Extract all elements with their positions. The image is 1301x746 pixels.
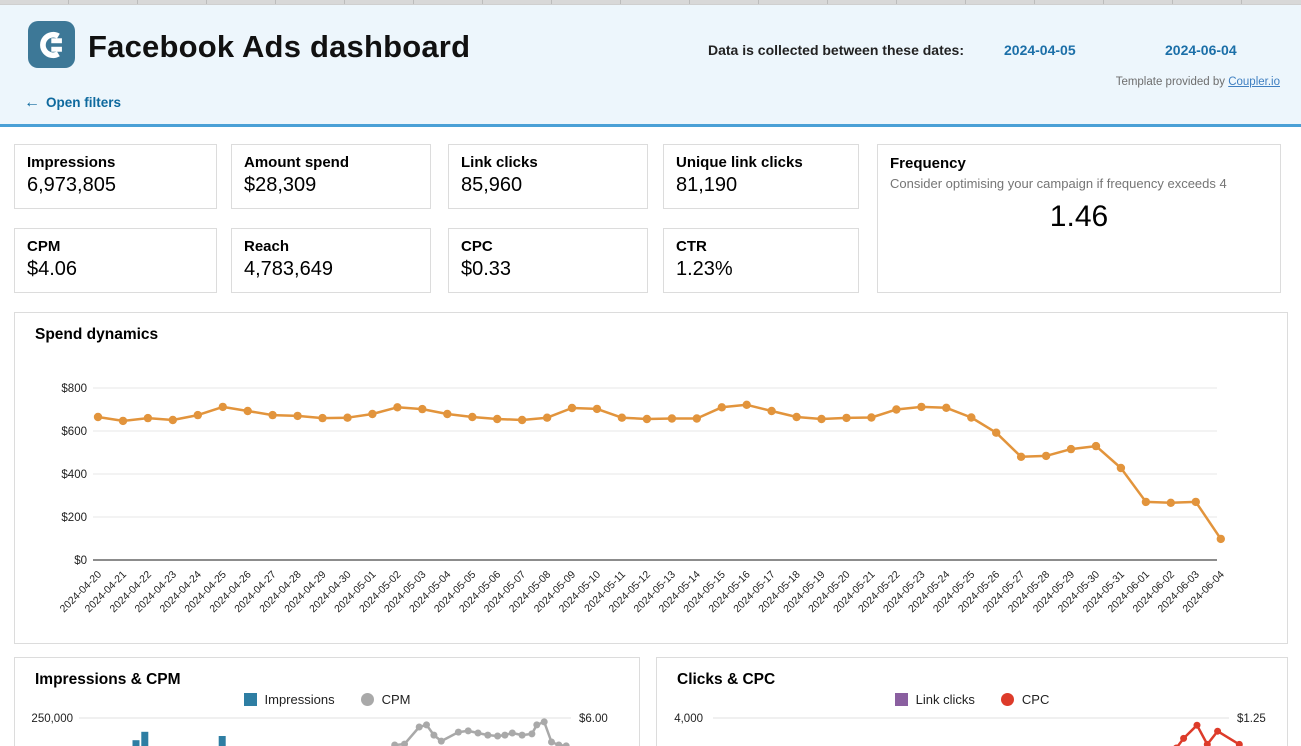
kpi-value: 4,783,649 (244, 258, 418, 281)
kpi-card-link-clicks: Link clicks 85,960 (448, 144, 648, 209)
left-arrow-icon: ← (24, 96, 40, 109)
svg-text:$6.00: $6.00 (579, 713, 608, 725)
kpi-label: Impressions (27, 154, 204, 171)
date-range-start[interactable]: 2024-04-05 (1004, 42, 1076, 58)
kpi-card-unique-link-clicks: Unique link clicks 81,190 (663, 144, 859, 209)
svg-text:250,000: 250,000 (31, 713, 73, 725)
clicks-cpc-plot: 4,000 $1.25 (657, 658, 1287, 746)
kpi-label: Amount spend (244, 154, 418, 171)
open-filters-label: Open filters (46, 95, 121, 110)
template-credit-text: Template provided by (1116, 76, 1229, 88)
impressions-cpm-plot: 250,000 $6.00 (15, 658, 639, 746)
kpi-label: Unique link clicks (676, 154, 846, 171)
header: Facebook Ads dashboard Data is collected… (0, 5, 1301, 127)
svg-text:$400: $400 (61, 469, 87, 481)
svg-text:$1.25: $1.25 (1237, 713, 1266, 725)
spend-dynamics-card: Spend dynamics $0$200$400$600$8002024-04… (14, 312, 1288, 644)
template-credit: Template provided by Coupler.io (1116, 76, 1280, 88)
kpi-value: 85,960 (461, 174, 635, 197)
kpi-label: CTR (676, 238, 846, 255)
page-title: Facebook Ads dashboard (88, 29, 470, 65)
kpi-card-impressions: Impressions 6,973,805 (14, 144, 217, 209)
date-range-label: Data is collected between these dates: (708, 42, 964, 58)
kpi-value: 6,973,805 (27, 174, 204, 197)
date-range-end[interactable]: 2024-06-04 (1165, 42, 1237, 58)
spend-dynamics-plot: $0$200$400$600$8002024-04-202024-04-2120… (15, 313, 1287, 643)
svg-text:$0: $0 (74, 555, 87, 567)
dashboard-page: Facebook Ads dashboard Data is collected… (0, 0, 1301, 746)
coupler-logo-glyph (35, 28, 69, 62)
impressions-cpm-card: Impressions & CPM Impressions CPM 250,00… (14, 657, 640, 746)
svg-text:$600: $600 (61, 426, 87, 438)
kpi-value: $0.33 (461, 258, 635, 281)
kpi-card-ctr: CTR 1.23% (663, 228, 859, 293)
kpi-value: 81,190 (676, 174, 846, 197)
coupler-logo (28, 21, 75, 68)
svg-text:$200: $200 (61, 512, 87, 524)
kpi-card-frequency: Frequency Consider optimising your campa… (877, 144, 1281, 293)
kpi-value: $4.06 (27, 258, 204, 281)
kpi-label: CPM (27, 238, 204, 255)
kpi-label: CPC (461, 238, 635, 255)
open-filters-link[interactable]: ← Open filters (24, 95, 121, 110)
clicks-cpc-card: Clicks & CPC Link clicks CPC 4,000$1.25 (656, 657, 1288, 746)
frequency-value: 1.46 (890, 200, 1268, 234)
kpi-card-cpc: CPC $0.33 (448, 228, 648, 293)
kpi-card-reach: Reach 4,783,649 (231, 228, 431, 293)
frequency-note: Consider optimising your campaign if fre… (890, 176, 1268, 191)
kpi-value: 1.23% (676, 258, 846, 281)
kpi-card-amount-spend: Amount spend $28,309 (231, 144, 431, 209)
kpi-label: Reach (244, 238, 418, 255)
frequency-label: Frequency (890, 155, 1268, 172)
kpi-label: Link clicks (461, 154, 635, 171)
kpi-card-cpm: CPM $4.06 (14, 228, 217, 293)
svg-text:$800: $800 (61, 383, 87, 395)
svg-text:4,000: 4,000 (674, 713, 703, 725)
coupler-link[interactable]: Coupler.io (1228, 76, 1280, 88)
kpi-value: $28,309 (244, 174, 418, 197)
